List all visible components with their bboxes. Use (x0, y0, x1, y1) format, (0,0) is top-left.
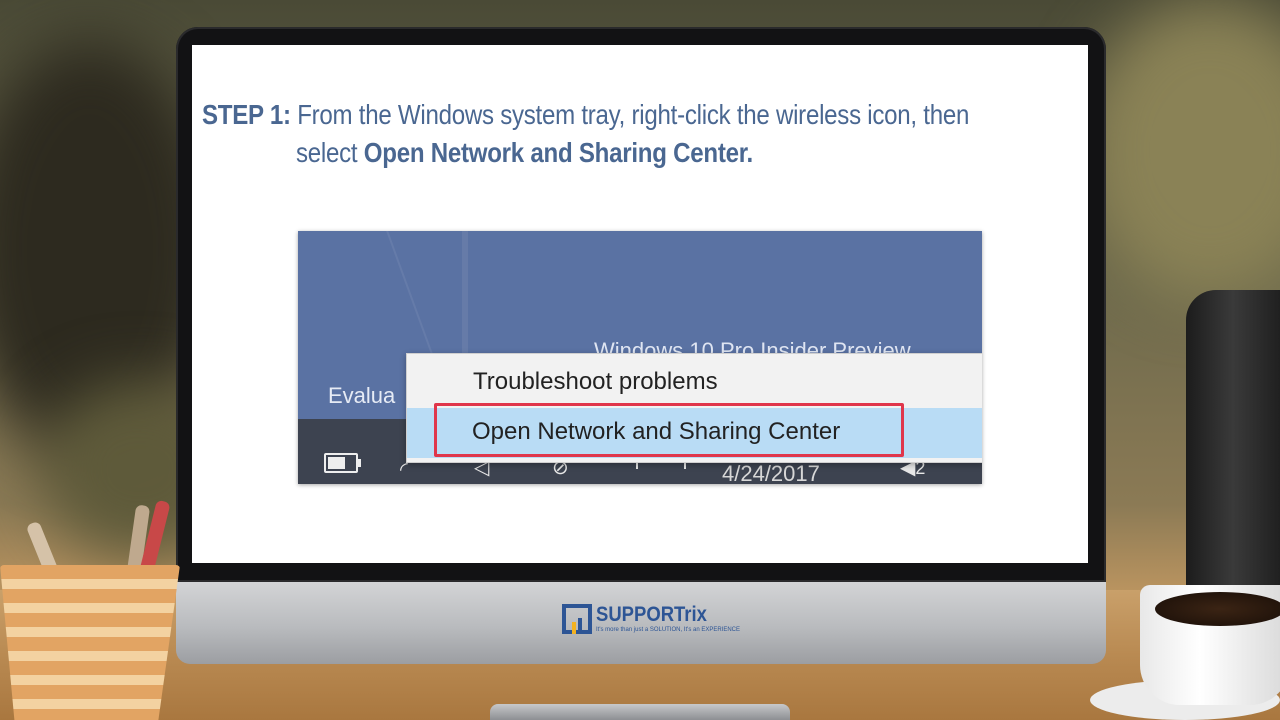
coffee (1155, 592, 1280, 626)
battery-icon[interactable] (324, 453, 361, 473)
monitor-screen: STEP 1: From the Windows system tray, ri… (192, 45, 1088, 563)
wallpaper-line (384, 231, 434, 358)
windows-tray-screenshot: Windows 10 Pro Insider Preview Evalua ◜ … (298, 231, 982, 484)
step-label: STEP 1: (202, 99, 291, 130)
logo-tagline: It's more than just a SOLUTION, It's an … (596, 627, 741, 633)
step-instruction-line-2: select Open Network and Sharing Center. (296, 137, 1053, 169)
wallpaper-stripe (462, 231, 468, 361)
step-target-emphasis: Open Network and Sharing Center. (363, 137, 753, 168)
logo-name: SUPPORTrix (596, 603, 707, 626)
highlight-box (434, 403, 904, 457)
menu-item-label: Troubleshoot problems (473, 368, 718, 395)
logo-icon (562, 604, 592, 634)
speaker (1186, 290, 1280, 590)
taskbar-date[interactable]: 4/24/2017 (722, 461, 820, 484)
step-instruction-line-1: STEP 1: From the Windows system tray, ri… (202, 99, 969, 131)
menu-item-troubleshoot-problems[interactable]: Troubleshoot problems (407, 358, 982, 408)
background-blur (1080, 0, 1280, 300)
step-text: From the Windows system tray, right-clic… (297, 99, 970, 130)
monitor-stand (490, 704, 790, 720)
evaluation-text: Evalua (328, 383, 396, 408)
pencil-cup (0, 565, 180, 720)
step-text-prefix: select (296, 137, 364, 168)
